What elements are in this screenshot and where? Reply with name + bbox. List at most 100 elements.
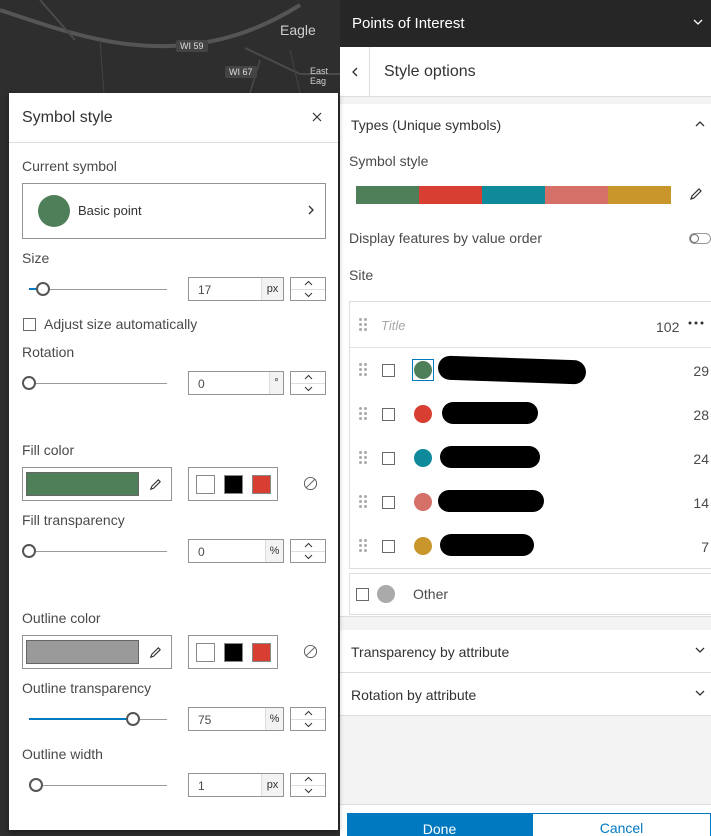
symbol-swatch[interactable]	[414, 405, 432, 423]
other-symbol-swatch[interactable]	[377, 585, 395, 603]
size-stepper[interactable]	[290, 277, 326, 301]
rotation-slider-track[interactable]	[29, 383, 167, 384]
list-item[interactable]: 7	[350, 524, 711, 568]
adjust-size-checkbox[interactable]	[23, 318, 36, 331]
chevron-down-icon[interactable]	[304, 554, 313, 560]
back-button[interactable]	[340, 46, 370, 97]
list-header: Title 102	[350, 302, 711, 348]
chevron-left-icon	[351, 67, 357, 76]
preset-color-white[interactable]	[196, 643, 215, 662]
drag-handle-icon[interactable]	[359, 363, 367, 377]
row-checkbox[interactable]	[382, 408, 395, 421]
chevron-down-icon[interactable]	[693, 643, 707, 657]
size-value: 17	[198, 283, 212, 297]
row-checkbox[interactable]	[382, 496, 395, 509]
chevron-down-icon[interactable]	[691, 15, 705, 29]
current-symbol-button[interactable]: Basic point	[22, 183, 326, 239]
preset-color-white[interactable]	[196, 475, 215, 494]
panel-footer: Done Cancel	[340, 804, 711, 836]
preset-color-black[interactable]	[224, 475, 243, 494]
chevron-down-icon[interactable]	[304, 292, 313, 298]
current-symbol-preview	[38, 195, 70, 227]
preset-color-red[interactable]	[252, 643, 271, 662]
chevron-down-icon[interactable]	[304, 722, 313, 728]
list-item[interactable]: 14	[350, 480, 711, 524]
outline-color-picker[interactable]	[22, 635, 172, 669]
edit-pencil-icon[interactable]	[148, 645, 163, 660]
symbol-swatch[interactable]	[414, 449, 432, 467]
other-label: Other	[413, 586, 449, 602]
other-checkbox[interactable]	[356, 588, 369, 601]
fill-transparency-slider-thumb[interactable]	[22, 544, 36, 558]
rotation-section-title: Rotation by attribute	[351, 686, 477, 703]
no-color-icon[interactable]	[303, 476, 318, 491]
outline-width-slider-track[interactable]	[29, 785, 167, 786]
redacted-label	[438, 490, 544, 512]
fill-transparency-stepper[interactable]	[290, 539, 326, 563]
cancel-button[interactable]: Cancel	[532, 813, 711, 836]
drag-handle-icon[interactable]	[359, 495, 367, 509]
chevron-down-icon[interactable]	[693, 686, 707, 700]
field-label: Site	[349, 267, 374, 283]
list-item[interactable]: 29	[350, 348, 711, 392]
title-placeholder[interactable]: Title	[381, 318, 405, 333]
list-item[interactable]: 24	[350, 436, 711, 480]
outline-transparency-input[interactable]: 75 %	[188, 707, 284, 731]
outline-color-label: Outline color	[22, 610, 101, 626]
fill-color-swatch	[26, 472, 139, 496]
map-place-label: Eagle	[280, 22, 316, 38]
done-button[interactable]: Done	[347, 813, 532, 836]
rotation-input[interactable]: 0 °	[188, 371, 284, 395]
other-row[interactable]: Other	[349, 573, 711, 615]
symbol-swatch[interactable]	[414, 361, 432, 379]
rotation-section[interactable]: Rotation by attribute	[340, 673, 711, 716]
transparency-section-title: Transparency by attribute	[351, 643, 510, 660]
edit-pencil-icon[interactable]	[148, 477, 163, 492]
drag-handle-icon[interactable]	[359, 451, 367, 465]
no-color-icon[interactable]	[303, 644, 318, 659]
display-order-toggle[interactable]	[689, 233, 711, 244]
more-options-icon[interactable]	[688, 320, 704, 326]
drag-handle-icon[interactable]	[359, 407, 367, 421]
outline-width-stepper[interactable]	[290, 773, 326, 797]
outline-transparency-stepper[interactable]	[290, 707, 326, 731]
rotation-stepper[interactable]	[290, 371, 326, 395]
chevron-up-icon[interactable]	[304, 710, 313, 716]
size-input[interactable]: 17 px	[188, 277, 284, 301]
outline-width-input[interactable]: 1 px	[188, 773, 284, 797]
edit-pencil-icon[interactable]	[688, 186, 704, 202]
chevron-up-icon[interactable]	[693, 117, 707, 131]
transparency-section[interactable]: Transparency by attribute	[340, 630, 711, 673]
symbol-style-popup: Symbol style Current symbol Basic point …	[9, 93, 338, 830]
close-icon[interactable]	[310, 110, 324, 124]
row-checkbox[interactable]	[382, 452, 395, 465]
fill-transparency-input[interactable]: 0 %	[188, 539, 284, 563]
fill-color-picker[interactable]	[22, 467, 172, 501]
chevron-up-icon[interactable]	[304, 374, 313, 380]
size-slider-thumb[interactable]	[35, 282, 50, 296]
rotation-slider-thumb[interactable]	[22, 376, 36, 390]
row-checkbox[interactable]	[382, 364, 395, 377]
chevron-down-icon[interactable]	[304, 788, 313, 794]
layer-title: Points of Interest	[352, 15, 465, 32]
chevron-down-icon[interactable]	[304, 386, 313, 392]
types-section-header[interactable]: Types (Unique symbols)	[340, 104, 711, 146]
chevron-up-icon[interactable]	[304, 776, 313, 782]
symbol-swatch[interactable]	[414, 537, 432, 555]
chevron-up-icon[interactable]	[304, 280, 313, 286]
list-item[interactable]: 28	[350, 392, 711, 436]
drag-handle-icon[interactable]	[359, 318, 367, 332]
symbol-swatch[interactable]	[414, 493, 432, 511]
total-count: 102	[656, 319, 680, 335]
preset-color-black[interactable]	[224, 643, 243, 662]
chevron-up-icon[interactable]	[304, 542, 313, 548]
types-section-title: Types (Unique symbols)	[351, 117, 502, 133]
color-ramp[interactable]	[356, 186, 671, 204]
drag-handle-icon[interactable]	[359, 539, 367, 553]
row-checkbox[interactable]	[382, 540, 395, 553]
preset-color-red[interactable]	[252, 475, 271, 494]
outline-width-slider-thumb[interactable]	[28, 778, 43, 792]
outline-transparency-slider-thumb[interactable]	[125, 712, 140, 726]
fill-transparency-slider-track[interactable]	[29, 551, 167, 552]
layer-header[interactable]: Points of Interest	[340, 0, 711, 47]
